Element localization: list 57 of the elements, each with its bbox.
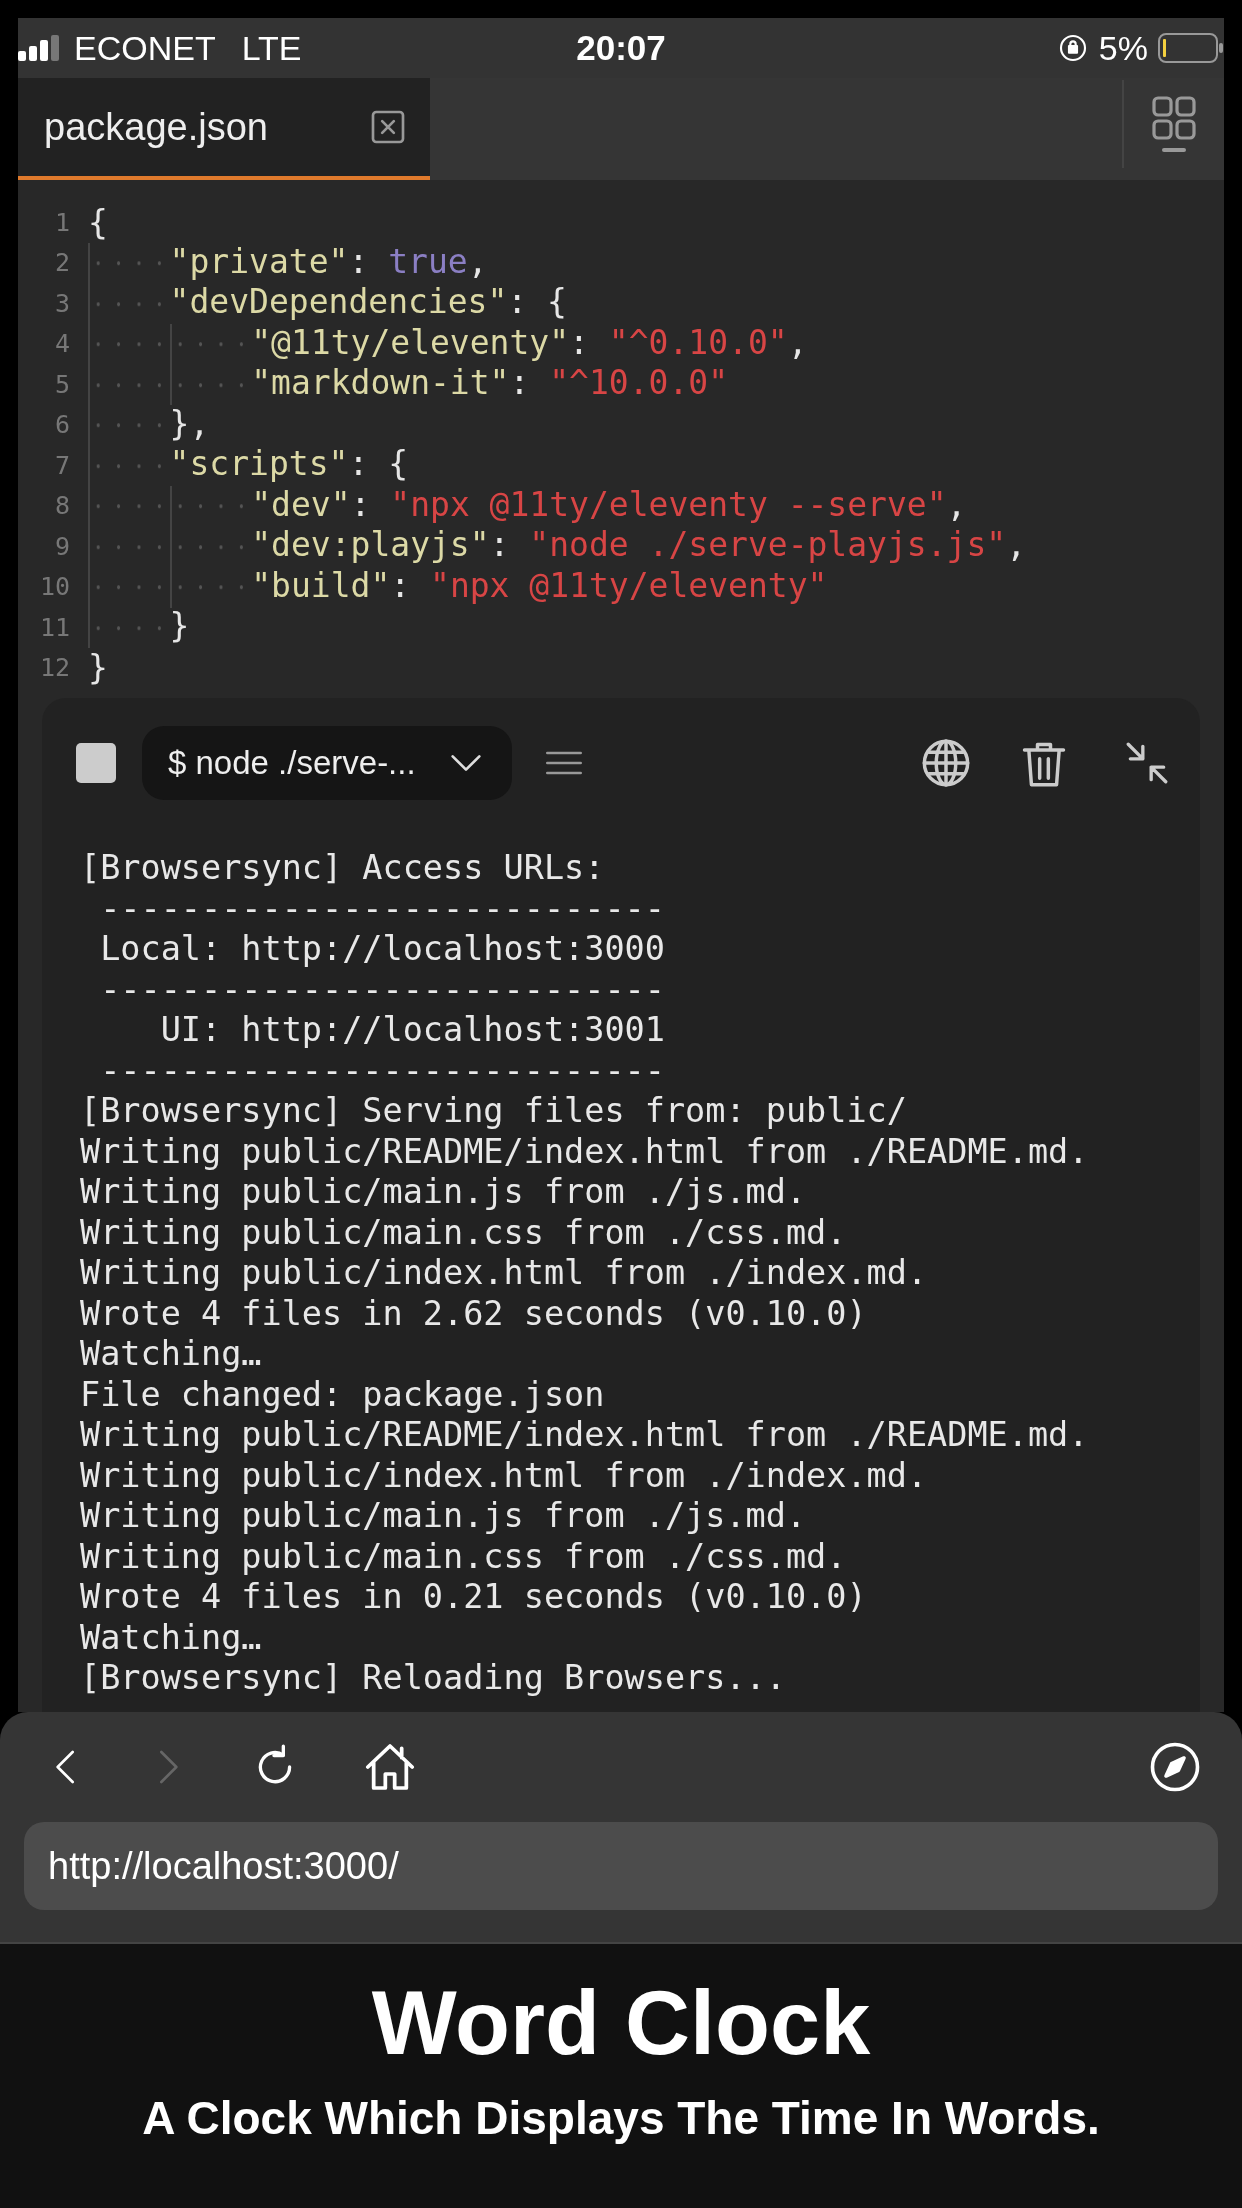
terminal-line: ---------------------------- xyxy=(99,888,665,929)
terminal-line: [Browsersync] Serving files from: public/ xyxy=(80,1091,907,1132)
line-number: 1 xyxy=(53,207,71,237)
terminal-line: Local: http://localhost:3000 xyxy=(99,929,665,970)
terminal-line: UI: http://localhost:3001 xyxy=(159,1010,665,1051)
terminal-line: Watching… xyxy=(80,1617,262,1658)
command-dropdown[interactable]: $ node ./serve-... xyxy=(142,726,512,800)
line-number: 3 xyxy=(53,288,71,318)
line-number: 10 xyxy=(38,572,71,602)
battery-percent: 5% xyxy=(1098,28,1148,68)
network-type: LTE xyxy=(241,28,302,68)
terminal-line: Wrote 4 files in 2.62 seconds (v0.10.0) xyxy=(80,1293,867,1334)
grid-icon[interactable] xyxy=(1149,94,1199,154)
code-line: "dev": "npx @11ty/eleventy --serve", xyxy=(88,484,967,527)
line-number: 9 xyxy=(53,531,71,561)
terminal-line: ---------------------------- xyxy=(99,1050,665,1091)
file-tab[interactable]: package.json xyxy=(18,78,430,180)
terminal-line: File changed: package.json xyxy=(80,1374,605,1415)
page-subtitle: A Clock Which Displays The Time In Words. xyxy=(142,2091,1100,2145)
clock-time: 20:07 xyxy=(576,28,666,68)
line-number: 11 xyxy=(38,612,71,642)
terminal-line: [Browsersync] Access URLs: xyxy=(80,848,605,889)
terminal-line: [Browsersync] Reloading Browsers... xyxy=(80,1658,786,1699)
globe-icon[interactable] xyxy=(920,737,972,789)
terminal-line: Writing public/main.js from ./js.md. xyxy=(80,1496,807,1537)
code-line: "scripts": { xyxy=(88,444,408,487)
code-line: "private": true, xyxy=(88,241,488,284)
terminal-line: Writing public/index.html from ./index.md. xyxy=(80,1455,928,1496)
address-field[interactable]: http://localhost:3000/ xyxy=(24,1822,1218,1910)
terminal-line: Writing public/main.js from ./js.md. xyxy=(80,1172,807,1213)
page-title: Word Clock xyxy=(371,1974,871,2073)
code-line: "@11ty/eleventy": "^0.10.0", xyxy=(88,322,808,365)
line-number: 2 xyxy=(53,248,71,278)
carrier-name: ECONET xyxy=(74,28,216,68)
code-line: "dev:playjs": "node ./serve-playjs.js", xyxy=(88,525,1027,568)
terminal-line: Writing public/index.html from ./index.md. xyxy=(80,1253,928,1294)
code-line: "devDependencies": { xyxy=(88,282,567,325)
line-number: 7 xyxy=(53,450,71,480)
terminal-line: Watching… xyxy=(80,1334,262,1375)
terminal-line: Wrote 4 files in 0.21 seconds (v0.10.0) xyxy=(80,1577,867,1618)
signal-icon xyxy=(18,35,62,61)
code-line: "markdown-it": "^10.0.0" xyxy=(88,363,729,406)
code-line: } xyxy=(88,648,108,688)
line-number: 6 xyxy=(53,410,71,440)
terminal-line: Writing public/main.css from ./css.md. xyxy=(80,1536,847,1577)
code-line: "build": "npx @11ty/eleventy" xyxy=(88,565,828,608)
line-number: 12 xyxy=(38,653,71,683)
line-number: 5 xyxy=(53,369,71,399)
line-number: 4 xyxy=(53,329,71,359)
terminal-line: Writing public/README/index.html from ./README.md. xyxy=(80,1131,1089,1172)
terminal-line: Writing public/main.css from ./css.md. xyxy=(80,1212,847,1253)
battery-icon xyxy=(1158,33,1224,63)
line-number: 8 xyxy=(53,491,71,521)
terminal-line: ---------------------------- xyxy=(99,969,665,1010)
compass-icon[interactable] xyxy=(1148,1740,1202,1794)
code-line: { xyxy=(88,202,108,242)
terminal-line: Writing public/README/index.html from ./README.md. xyxy=(80,1415,1089,1456)
